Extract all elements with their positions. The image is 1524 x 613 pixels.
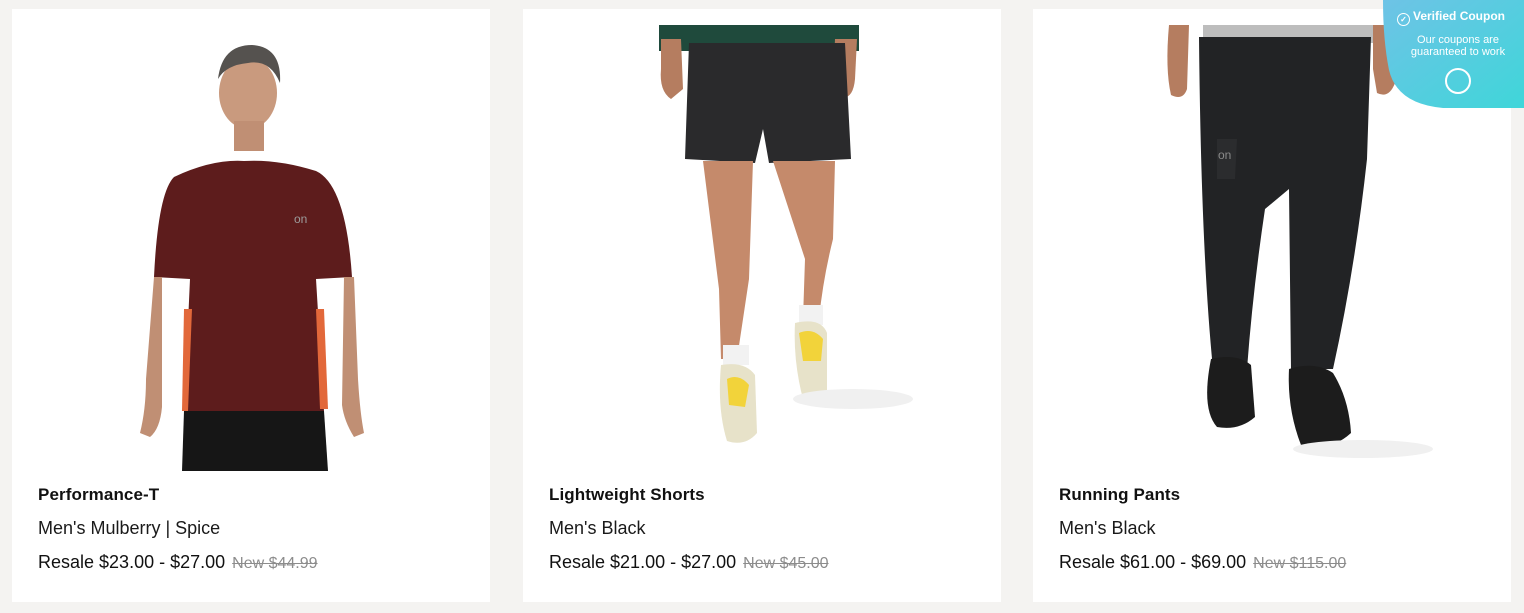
verified-coupon-badge[interactable]: ✓ Verified Coupon Our coupons are guarant…: [1383, 0, 1524, 108]
original-price: New $44.99: [232, 555, 318, 572]
product-price: Resale $61.00 - $69.00 New $115.00: [1059, 550, 1491, 574]
coupon-title-text: Verified Coupon: [1413, 9, 1506, 23]
check-circle-icon: ✓: [1397, 13, 1410, 26]
svg-text:on: on: [1218, 148, 1231, 162]
svg-text:on: on: [294, 212, 307, 226]
product-image[interactable]: [523, 9, 1001, 471]
product-price: Resale $23.00 - $27.00 New $44.99: [38, 550, 470, 574]
resale-price: Resale $21.00 - $27.00: [549, 552, 737, 572]
product-card[interactable]: on Performance-T Men's Mulberry | Spice …: [12, 9, 490, 602]
product-variant: Men's Mulberry | Spice: [38, 518, 221, 538]
product-info: Lightweight Shorts Men's Black Resale $2…: [549, 483, 981, 574]
product-variant: Men's Black: [1059, 518, 1156, 538]
product-price: Resale $21.00 - $27.00 New $45.00: [549, 550, 981, 574]
original-price: New $115.00: [1253, 555, 1347, 572]
coupon-tag-icon: [1445, 68, 1471, 94]
product-grid: on Performance-T Men's Mulberry | Spice …: [12, 9, 1512, 603]
product-name[interactable]: Performance-T: [38, 483, 470, 507]
resale-price: Resale $23.00 - $27.00: [38, 552, 226, 572]
resale-price: Resale $61.00 - $69.00: [1059, 552, 1247, 572]
product-info: Running Pants Men's Black Resale $61.00 …: [1059, 483, 1491, 574]
original-price: New $45.00: [743, 555, 829, 572]
coupon-message: Our coupons are guaranteed to work: [1410, 34, 1506, 58]
product-name[interactable]: Running Pants: [1059, 483, 1491, 507]
product-image[interactable]: on: [12, 9, 490, 471]
product-name[interactable]: Lightweight Shorts: [549, 483, 981, 507]
coupon-title: ✓ Verified Coupon: [1397, 9, 1522, 26]
product-info: Performance-T Men's Mulberry | Spice Res…: [38, 483, 470, 574]
product-variant: Men's Black: [549, 518, 646, 538]
product-card[interactable]: Lightweight Shorts Men's Black Resale $2…: [523, 9, 1001, 602]
